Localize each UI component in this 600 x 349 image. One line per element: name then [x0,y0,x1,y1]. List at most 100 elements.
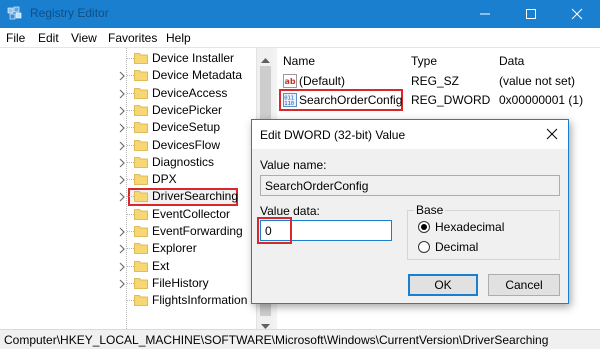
menu-file[interactable]: File [6,31,25,45]
tree-item[interactable]: DevicePicker [0,102,256,119]
minimize-button[interactable] [462,0,508,28]
value-name-field: SearchOrderConfig [260,175,560,196]
menu-favorites[interactable]: Favorites [108,31,157,45]
tree-item[interactable]: Device Metadata [0,67,256,84]
tree-item-label: DPX [152,172,177,187]
tree-item-label: DriverSearching [152,189,239,204]
tree-item-label: EventCollector [152,206,231,221]
folder-icon [134,208,148,220]
folder-icon [134,104,148,116]
status-bar: Computer\HKEY_LOCAL_MACHINE\SOFTWARE\Mic… [0,329,600,349]
window-title: Registry Editor [30,6,109,20]
folder-icon [134,156,148,168]
chevron-right-icon[interactable] [117,174,127,185]
tree-item[interactable]: Device Installer [0,50,256,67]
registry-tree[interactable]: Device Installer Device Metadata DeviceAcc… [0,48,256,329]
list-row-searchorderconfig[interactable]: 011 110 SearchOrderConfig REG_DWORD 0x00… [277,89,600,111]
tree-item[interactable]: DeviceAccess [0,85,256,102]
dialog-title-bar[interactable]: Edit DWORD (32-bit) Value [252,120,568,149]
folder-icon [134,139,148,151]
chevron-right-icon[interactable] [117,88,127,99]
value-name: (Default) [299,74,346,88]
key-path: Computer\HKEY_LOCAL_MACHINE\SOFTWARE\Mic… [4,333,549,347]
chevron-right-icon[interactable] [117,243,127,254]
column-header-type[interactable]: Type [411,54,437,68]
tree-item[interactable]: FileHistory [0,275,256,292]
dword-value-icon: 011 110 [283,93,297,107]
value-data: 0x00000001 (1) [499,93,584,107]
menu-help[interactable]: Help [166,31,191,45]
cancel-button[interactable]: Cancel [488,274,560,296]
menu-edit[interactable]: Edit [38,31,59,45]
column-header-data[interactable]: Data [499,54,524,68]
value-name: SearchOrderConfig [299,93,403,107]
dialog-close-icon[interactable] [546,128,558,140]
folder-icon [134,69,148,82]
base-group [407,210,560,260]
tree-item[interactable]: Explorer [0,240,256,257]
svg-text:110: 110 [284,101,294,107]
tree-item-label: DevicesFlow [152,137,221,152]
tree-item[interactable]: FlightsInformation [0,292,256,309]
tree-item-label: DeviceAccess [152,85,228,100]
value-type: REG_SZ [411,74,460,88]
chevron-right-icon[interactable] [117,105,127,116]
maximize-button[interactable] [508,0,554,28]
tree-item[interactable]: Ext [0,258,256,275]
decimal-label[interactable]: Decimal [435,240,478,254]
folder-icon [134,173,148,185]
chevron-right-icon[interactable] [117,70,127,81]
chevron-right-icon[interactable] [117,278,127,289]
folder-icon [134,87,148,99]
tree-item-label: DevicePicker [152,102,223,117]
tree-item[interactable]: DriverSearching [0,188,256,207]
hexadecimal-label[interactable]: Hexadecimal [435,220,504,234]
list-row-default[interactable]: ab (Default) REG_SZ (value not set) [277,72,600,90]
title-bar[interactable]: Registry Editor [0,0,600,28]
chevron-right-icon[interactable] [117,157,127,168]
tree-item-label: FlightsInformation [152,293,248,308]
tree-item-label: FileHistory [152,275,209,290]
close-button[interactable] [554,0,600,28]
chevron-right-icon[interactable] [117,261,127,272]
string-value-icon: ab [283,74,297,88]
menu-view[interactable]: View [71,31,97,45]
folder-icon [134,225,148,237]
base-label: Base [414,203,446,217]
menu-bar: File Edit View Favorites Help [0,28,600,48]
value-data-label: Value data: [260,204,320,218]
chevron-right-icon[interactable] [117,140,127,150]
folder-icon [134,52,148,64]
folder-icon [134,242,148,255]
folder-icon [134,190,148,203]
value-name-text: SearchOrderConfig [265,179,369,193]
tree-item-label: Explorer [152,241,197,256]
folder-icon [134,121,148,134]
ok-button[interactable]: OK [408,274,478,296]
highlight-box [257,217,292,244]
folder-icon [134,277,148,289]
value-name-label: Value name: [260,158,327,172]
decimal-radio[interactable] [418,241,430,253]
scroll-up-arrow-icon[interactable] [261,52,270,66]
column-header-name[interactable]: Name [283,54,315,68]
tree-item[interactable]: DPX [0,171,256,188]
chevron-right-icon[interactable] [117,226,127,237]
chevron-right-icon[interactable] [117,122,127,133]
svg-text:ab: ab [285,77,296,86]
tree-item[interactable]: Diagnostics [0,154,256,171]
hexadecimal-radio[interactable] [418,221,430,233]
tree-item-label: EventForwarding [152,224,243,238]
edit-dword-dialog: Edit DWORD (32-bit) Value Value name: Se… [251,119,569,304]
chevron-right-icon[interactable] [117,191,127,202]
tree-item[interactable]: DeviceSetup [0,119,256,136]
tree-item[interactable]: DevicesFlow [0,137,256,154]
tree-item[interactable]: EventForwarding [0,223,256,240]
tree-item-label: Device Installer [152,51,235,65]
value-type: REG_DWORD [411,93,491,107]
tree-item-label: Device Metadata [152,68,243,83]
tree-item-label: Diagnostics [152,154,215,169]
folder-icon [134,294,148,307]
tree-item[interactable]: EventCollector [0,206,256,223]
folder-icon [134,260,148,272]
